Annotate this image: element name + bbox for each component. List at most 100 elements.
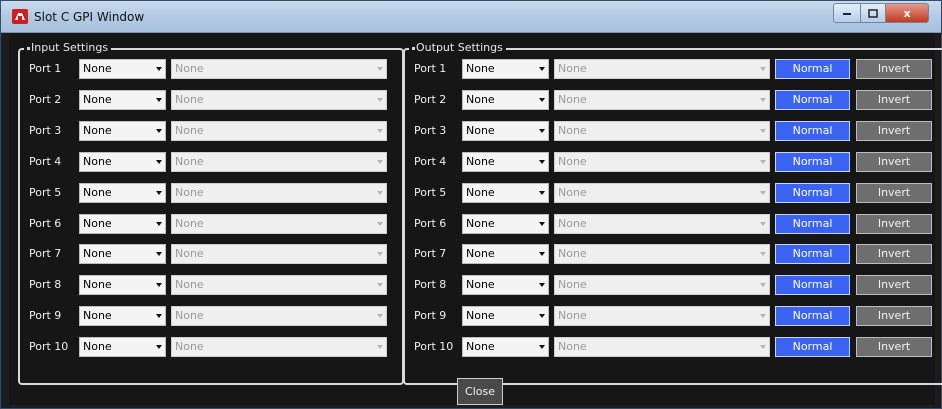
input-source-select[interactable]: None bbox=[79, 244, 166, 265]
output-port-row: Port 10 None None Normal Invert bbox=[405, 335, 942, 359]
invert-button[interactable]: Invert bbox=[856, 275, 932, 296]
input-source-select[interactable]: None bbox=[79, 275, 166, 296]
chevron-down-icon bbox=[156, 159, 162, 164]
port-label: Port 7 bbox=[29, 247, 62, 261]
input-source-select[interactable]: None bbox=[79, 306, 166, 327]
output-source-select-value: None bbox=[466, 278, 495, 292]
input-target-select[interactable]: None bbox=[171, 275, 387, 296]
input-target-select[interactable]: None bbox=[171, 213, 387, 234]
output-source-select[interactable]: None bbox=[462, 120, 549, 141]
output-target-select[interactable]: None bbox=[554, 120, 770, 141]
chevron-down-icon bbox=[377, 221, 383, 226]
chevron-down-icon bbox=[156, 221, 162, 226]
output-source-select[interactable]: None bbox=[462, 244, 549, 265]
output-target-select[interactable]: None bbox=[554, 213, 770, 234]
output-port-row: Port 3 None None Normal Invert bbox=[405, 119, 942, 143]
output-port-row: Port 1 None None Normal Invert bbox=[405, 57, 942, 81]
input-source-select[interactable]: None bbox=[79, 151, 166, 172]
input-source-select[interactable]: None bbox=[79, 337, 166, 358]
input-source-select[interactable]: None bbox=[79, 213, 166, 234]
invert-button[interactable]: Invert bbox=[856, 151, 932, 172]
input-settings-group: Input Settings Port 1 None None Port 2 None N… bbox=[18, 41, 404, 385]
output-target-select-value: None bbox=[558, 278, 587, 292]
invert-button[interactable]: Invert bbox=[856, 89, 932, 110]
output-target-select-value: None bbox=[558, 340, 587, 354]
invert-button[interactable]: Invert bbox=[856, 306, 932, 327]
normal-button[interactable]: Normal bbox=[775, 151, 850, 172]
port-label: Port 10 bbox=[29, 340, 69, 354]
window-title: Slot C GPI Window bbox=[34, 10, 145, 24]
input-source-select-value: None bbox=[83, 154, 112, 168]
input-source-select[interactable]: None bbox=[79, 89, 166, 110]
normal-button[interactable]: Normal bbox=[775, 120, 850, 141]
output-source-select[interactable]: None bbox=[462, 89, 549, 110]
output-source-select[interactable]: None bbox=[462, 182, 549, 203]
input-target-select[interactable]: None bbox=[171, 89, 387, 110]
port-label: Port 8 bbox=[414, 278, 447, 292]
invert-button[interactable]: Invert bbox=[856, 213, 932, 234]
port-label: Port 1 bbox=[29, 62, 62, 75]
port-label: Port 9 bbox=[29, 309, 62, 323]
normal-button[interactable]: Normal bbox=[775, 244, 850, 265]
chevron-down-icon bbox=[156, 345, 162, 350]
maximize-button[interactable] bbox=[861, 3, 886, 23]
minimize-button[interactable] bbox=[833, 3, 861, 23]
output-port-row: Port 2 None None Normal Invert bbox=[405, 88, 942, 112]
output-target-select-value: None bbox=[558, 309, 587, 323]
output-target-select[interactable]: None bbox=[554, 244, 770, 265]
chevron-down-icon bbox=[760, 252, 766, 257]
invert-button[interactable]: Invert bbox=[856, 244, 932, 265]
output-source-select[interactable]: None bbox=[462, 151, 549, 172]
output-target-select[interactable]: None bbox=[554, 59, 770, 79]
input-port-row: Port 6 None None bbox=[20, 212, 400, 236]
chevron-down-icon bbox=[377, 159, 383, 164]
normal-button[interactable]: Normal bbox=[775, 275, 850, 296]
output-source-select[interactable]: None bbox=[462, 306, 549, 327]
chevron-down-icon bbox=[760, 221, 766, 226]
input-source-select[interactable]: None bbox=[79, 59, 166, 79]
input-source-select[interactable]: None bbox=[79, 120, 166, 141]
invert-button[interactable]: Invert bbox=[856, 182, 932, 203]
output-source-select[interactable]: None bbox=[462, 59, 549, 79]
invert-button[interactable]: Invert bbox=[856, 337, 932, 358]
input-target-select-value: None bbox=[175, 123, 204, 137]
output-source-select-value: None bbox=[466, 92, 495, 106]
normal-button[interactable]: Normal bbox=[775, 337, 850, 358]
normal-button[interactable]: Normal bbox=[775, 306, 850, 327]
output-source-select[interactable]: None bbox=[462, 213, 549, 234]
normal-button[interactable]: Normal bbox=[775, 59, 850, 79]
input-target-select[interactable]: None bbox=[171, 337, 387, 358]
input-target-select[interactable]: None bbox=[171, 151, 387, 172]
output-source-select[interactable]: None bbox=[462, 275, 549, 296]
chevron-down-icon bbox=[539, 67, 545, 71]
port-label: Port 2 bbox=[29, 92, 62, 106]
output-source-select-value: None bbox=[466, 216, 495, 230]
output-target-select[interactable]: None bbox=[554, 306, 770, 327]
output-target-select[interactable]: None bbox=[554, 182, 770, 203]
input-target-select[interactable]: None bbox=[171, 120, 387, 141]
chevron-down-icon bbox=[156, 97, 162, 102]
normal-button[interactable]: Normal bbox=[775, 89, 850, 110]
output-target-select[interactable]: None bbox=[554, 151, 770, 172]
output-port-row: Port 7 None None Normal Invert bbox=[405, 242, 942, 266]
input-target-select[interactable]: None bbox=[171, 59, 387, 79]
input-settings-legend: Input Settings bbox=[24, 41, 112, 55]
output-target-select[interactable]: None bbox=[554, 337, 770, 358]
output-source-select[interactable]: None bbox=[462, 337, 549, 358]
normal-button[interactable]: Normal bbox=[775, 182, 850, 203]
invert-button[interactable]: Invert bbox=[856, 120, 932, 141]
input-source-select-value: None bbox=[83, 123, 112, 137]
title-bar[interactable]: Slot C GPI Window x bbox=[1, 1, 941, 33]
close-window-button[interactable]: x bbox=[886, 3, 929, 23]
input-target-select[interactable]: None bbox=[171, 244, 387, 265]
input-target-select[interactable]: None bbox=[171, 306, 387, 327]
output-target-select[interactable]: None bbox=[554, 89, 770, 110]
input-target-select-value: None bbox=[175, 62, 204, 75]
chevron-down-icon bbox=[760, 159, 766, 164]
close-button[interactable]: Close bbox=[457, 378, 503, 405]
invert-button[interactable]: Invert bbox=[856, 59, 932, 79]
input-target-select[interactable]: None bbox=[171, 182, 387, 203]
output-target-select[interactable]: None bbox=[554, 275, 770, 296]
input-source-select[interactable]: None bbox=[79, 182, 166, 203]
normal-button[interactable]: Normal bbox=[775, 213, 850, 234]
